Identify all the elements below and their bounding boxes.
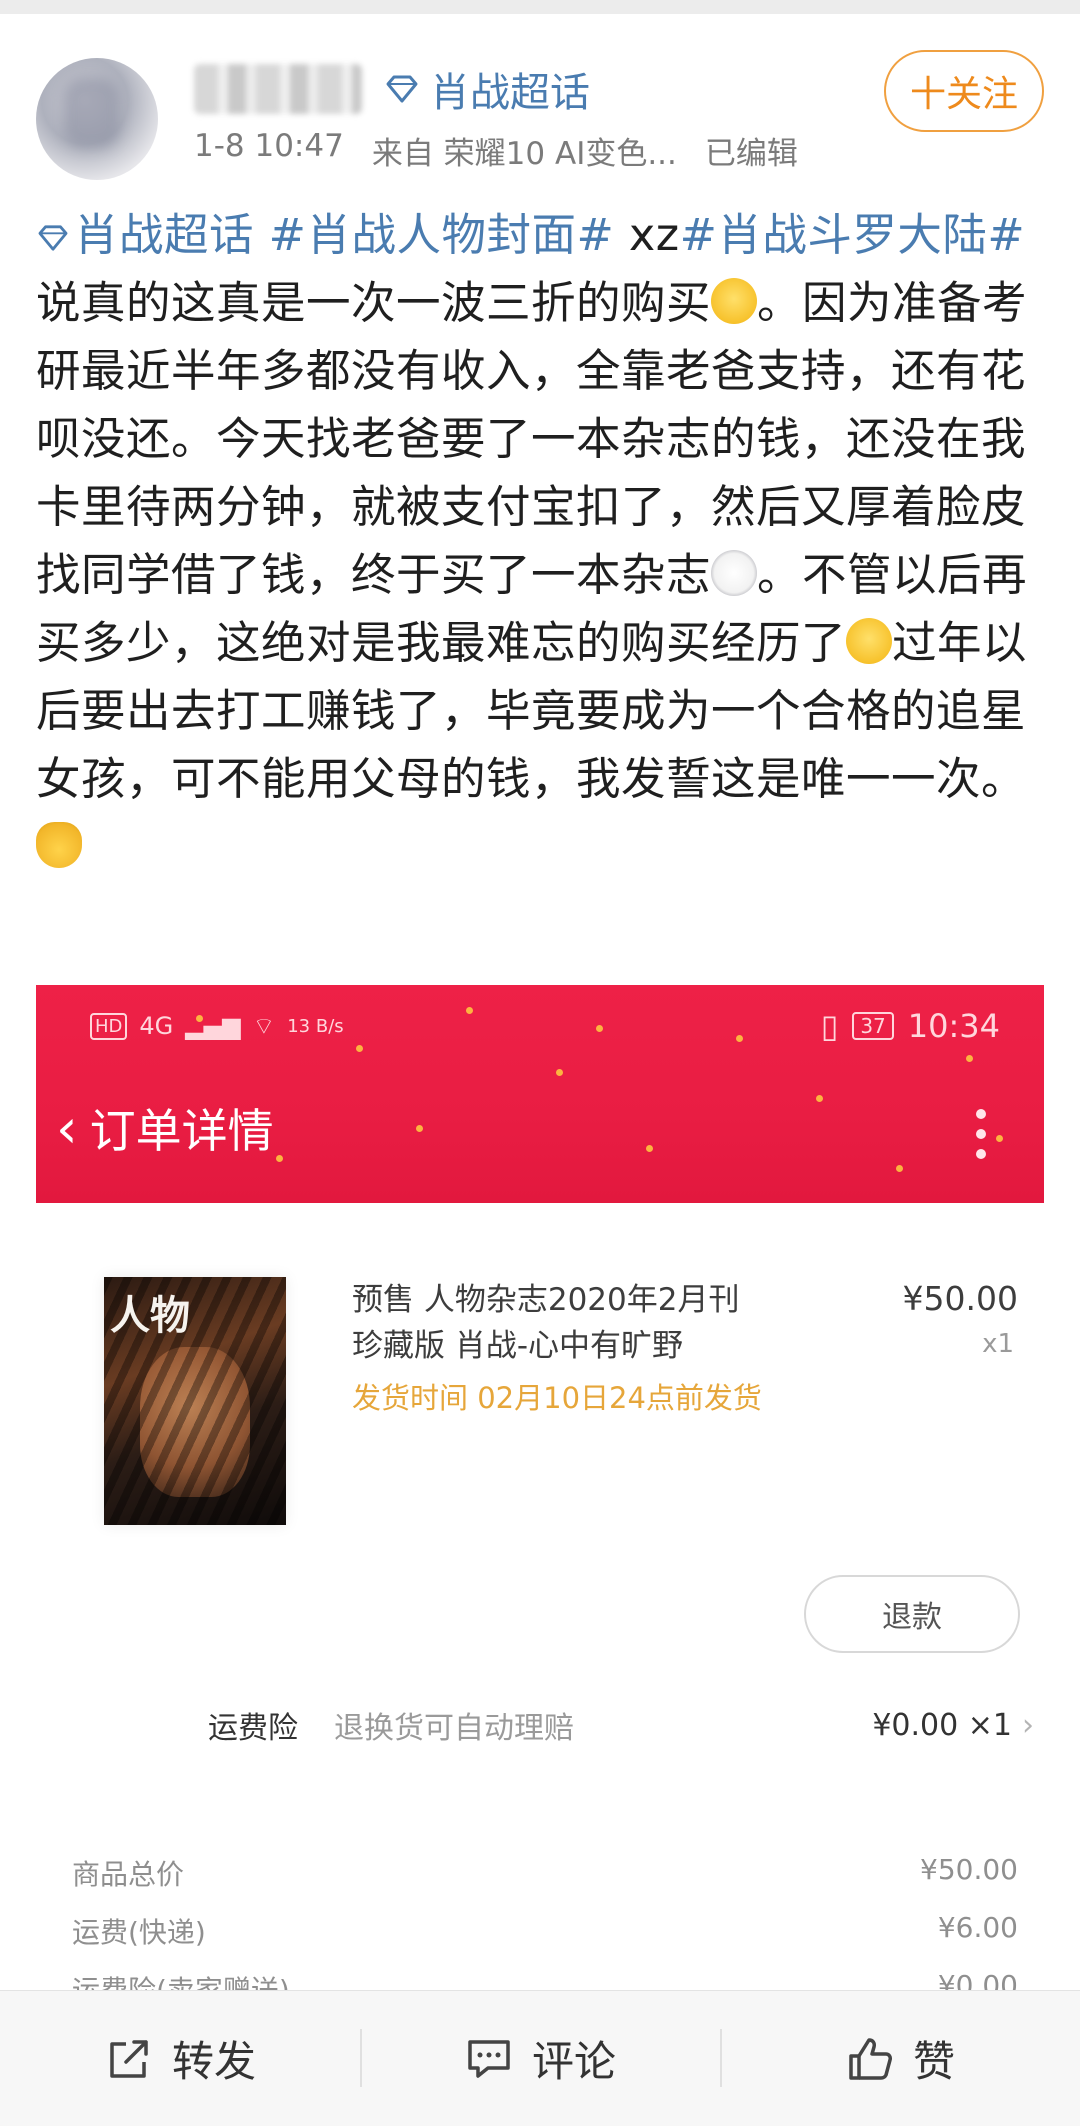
repost-button[interactable]: 转发 [0, 1991, 360, 2126]
embedded-screenshot[interactable]: HD 4G ▂▄▆ ⌔ 13 B/s ▯ 37 10:34 ‹ 订单详情 人物 … [36, 985, 1044, 1995]
vibrate-icon: ▯ [820, 1007, 839, 1045]
post-text-segment: 说真的这真是一次一波三折的购买 [36, 278, 712, 329]
wifi-icon: ⌔ [252, 1012, 276, 1040]
post-text: 肖战超话 #肖战人物封面# xz#肖战斗罗大陆# 说真的这真是一次一波三折的购买… [36, 202, 1046, 882]
insurance-desc: 退换货可自动理赔 [334, 1711, 574, 1746]
super-topic-link[interactable]: 肖战超话 [384, 62, 590, 116]
shipping-insurance-row[interactable]: 运费险 退换货可自动理赔 ¥0.00 ×1 › [208, 1703, 1034, 1747]
post-meta: 1-8 10:47 来自 荣耀10 AI变色... 已编辑 [194, 128, 798, 173]
post-timestamp: 1-8 10:47 [194, 128, 344, 164]
battery-level: 37 [852, 1012, 894, 1040]
product-price: ¥50.00 [902, 1279, 1018, 1318]
post-header: 肖战超话 1-8 10:47 来自 荣耀10 AI变色... 已编辑 十关注 [0, 36, 1080, 186]
shipping-time: 发货时间 02月10日24点前发货 [352, 1381, 762, 1415]
back-arrow-icon[interactable]: ‹ [56, 1097, 78, 1160]
hd-icon: HD [90, 1012, 128, 1040]
post-text-segment: xz [614, 210, 680, 261]
edited-label: 已编辑 [704, 136, 798, 172]
chevron-right-icon: › [1022, 1707, 1034, 1743]
bottom-action-bar: 转发 评论 赞 [0, 1990, 1080, 2126]
laughing-crying-emoji-icon [846, 618, 893, 664]
product-image[interactable]: 人物 [104, 1277, 286, 1525]
order-header-bar: HD 4G ▂▄▆ ⌔ 13 B/s ▯ 37 10:34 ‹ 订单详情 [36, 985, 1044, 1203]
gem-icon [38, 225, 68, 251]
comment-label: 评论 [531, 2037, 616, 2086]
laughing-crying-emoji-icon [711, 278, 758, 324]
super-topic-label: 肖战超话 [430, 70, 590, 116]
status-bar-right: ▯ 37 10:34 [821, 1007, 1000, 1045]
more-menu-icon[interactable] [976, 1109, 986, 1159]
repost-label: 转发 [171, 2037, 256, 2086]
signal-icon: ▂▄▆ [185, 1012, 241, 1040]
magazine-logo: 人物 [110, 1292, 190, 1339]
summary-label: 商品总价 [72, 1858, 185, 1891]
panda-emoji-icon [711, 550, 758, 596]
order-title-row: ‹ 订单详情 [56, 1095, 274, 1161]
order-title: 订单详情 [89, 1104, 274, 1158]
thumbs-up-icon [849, 2037, 892, 2080]
refund-button[interactable]: 退款 [804, 1575, 1020, 1653]
product-title[interactable]: 预售 人物杂志2020年2月刊珍藏版 肖战-心中有旷野 [352, 1277, 742, 1369]
hashtag-link[interactable]: #肖战人物封面# [269, 210, 615, 261]
super-topic-tag[interactable]: 肖战超话 [36, 210, 254, 261]
summary-row: 商品总价 ¥50.00 [72, 1853, 1018, 1893]
post-source: 来自 荣耀10 AI变色... [371, 136, 677, 172]
summary-value: ¥50.00 [920, 1853, 1018, 1886]
comment-button[interactable]: 评论 [360, 1991, 720, 2126]
like-label: 赞 [912, 2037, 955, 2086]
network-speed: 13 B/s [287, 1015, 344, 1037]
status-bar-left: HD 4G ▂▄▆ ⌔ 13 B/s [90, 1011, 344, 1041]
hashtag-link[interactable]: #肖战斗罗大陆# [680, 210, 1026, 261]
summary-row: 运费(快递) ¥6.00 [72, 1911, 1018, 1951]
like-button[interactable]: 赞 [720, 1991, 1080, 2126]
share-icon [110, 2039, 148, 2078]
follow-button[interactable]: 十关注 [884, 50, 1044, 132]
product-quantity: x1 [982, 1329, 1014, 1359]
insurance-value: ¥0.00 ×1 [872, 1707, 1012, 1743]
comment-icon [468, 2039, 510, 2078]
gem-icon [386, 75, 418, 103]
summary-value: ¥6.00 [937, 1911, 1018, 1944]
network-label: 4G [139, 1012, 174, 1040]
hammer-emoji-icon [36, 822, 82, 868]
super-topic-tag-label: 肖战超话 [74, 210, 255, 261]
username-blurred[interactable] [194, 64, 362, 114]
avatar[interactable] [36, 58, 158, 180]
insurance-label: 运费险 [208, 1711, 298, 1746]
top-strip [0, 0, 1080, 14]
status-time: 10:34 [907, 1007, 1000, 1045]
summary-label: 运费(快递) [72, 1916, 206, 1949]
